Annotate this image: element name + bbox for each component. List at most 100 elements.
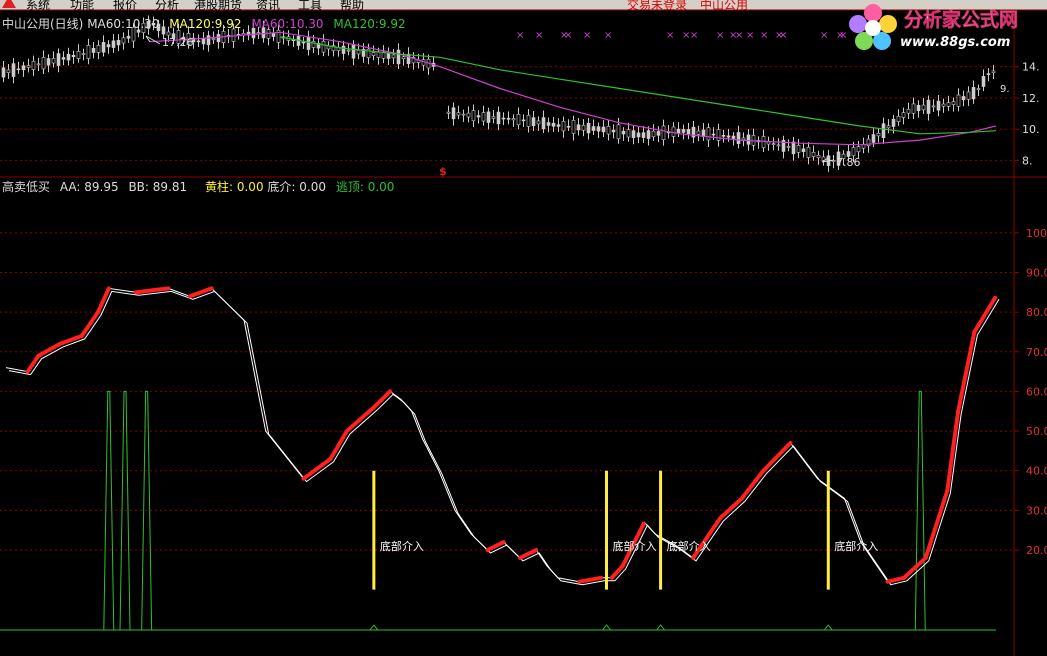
ma120-label: MA120:	[169, 17, 215, 31]
candle-body	[766, 141, 771, 145]
candle-body	[641, 132, 646, 138]
candle-body	[811, 152, 816, 157]
candle-body	[496, 111, 501, 125]
x-marker-icon: ×	[535, 30, 543, 41]
candle-body	[891, 118, 896, 127]
indicator-grid	[0, 232, 1014, 551]
candle-body	[61, 57, 66, 60]
indicator-tick-label: 100	[1026, 227, 1047, 240]
candle-body	[981, 76, 986, 87]
indicator-tick-label: 50.0	[1026, 425, 1047, 438]
ma120-value-2: 9.92	[378, 17, 406, 31]
candle-body	[721, 135, 726, 137]
candle-body	[11, 63, 16, 77]
x-marker-icon: ×	[583, 30, 591, 41]
candle-body	[16, 68, 21, 71]
candle-body	[571, 120, 576, 134]
candle-body	[341, 45, 346, 54]
candle-body	[646, 130, 651, 139]
ma60-label: MA60:	[87, 17, 126, 31]
yellow-value: 0.00	[236, 180, 264, 194]
candle-body	[856, 146, 861, 153]
candle-body	[166, 31, 171, 36]
baseline-tick	[656, 624, 665, 631]
x-marker-icon: ×	[690, 30, 698, 41]
candle-body	[581, 124, 586, 131]
candle-body	[706, 127, 711, 141]
price-header: 中山公用(日线) MA60:10.30 MA120:9.92 MA60:10.3…	[2, 15, 406, 32]
candle-body	[516, 114, 521, 126]
aa-label: AA:	[59, 180, 81, 194]
candle-body	[786, 146, 791, 148]
candle-body	[796, 144, 801, 153]
candle-body	[101, 42, 106, 53]
candle-body	[71, 55, 76, 58]
escape-spike	[103, 390, 115, 631]
x-marker-icon: ×	[604, 30, 612, 41]
aa-rising-segment	[885, 575, 907, 584]
candle-body	[656, 131, 661, 136]
candle-body	[616, 124, 621, 140]
candle-body	[201, 38, 206, 45]
candle-body	[676, 128, 681, 134]
candle-body	[511, 118, 516, 121]
aa-rising-segment	[79, 310, 100, 338]
x-marker-icon: ×	[760, 30, 768, 41]
x-marker-icon: ×	[516, 30, 524, 41]
candle-body	[991, 70, 996, 74]
candle-body	[586, 122, 591, 134]
candle-body	[551, 122, 556, 127]
candle-body	[371, 52, 376, 56]
candle-body	[446, 111, 451, 114]
aa-rising-segment	[95, 286, 111, 315]
aa-rising-segment	[133, 286, 171, 295]
candle-body	[776, 144, 781, 147]
chart-area[interactable]: × × ×× × × × × × × ×× × × ×× × ×× 14. 12. 10. 8. 17.26 7.…	[0, 0, 1047, 656]
yellow-label: 黄柱:	[204, 180, 234, 194]
candle-body	[476, 115, 481, 118]
candle-body	[951, 101, 956, 105]
candle-body	[681, 129, 686, 133]
candle-body	[661, 125, 666, 140]
aa-rising-segment	[761, 440, 793, 473]
trade-x-markers: × × ×× × × × × × × ×× × × ×× × ××	[516, 30, 847, 41]
candle-body	[1, 67, 6, 78]
ma60-label-2: MA60:	[251, 17, 290, 31]
candle-body	[106, 44, 111, 48]
candle-body	[481, 112, 486, 122]
aa-rising-segment	[902, 555, 928, 580]
candle-body	[211, 38, 216, 41]
candle-body	[31, 60, 36, 70]
candle-body	[466, 112, 471, 118]
candle-body	[216, 34, 221, 43]
candle-body	[46, 58, 51, 66]
candle-body	[606, 126, 611, 135]
candle-body	[576, 124, 581, 131]
bottom-value: 0.00	[299, 180, 326, 194]
indicator-tick-label: 40.0	[1026, 465, 1047, 478]
candle-body	[531, 117, 536, 126]
bb-label: BB:	[128, 180, 149, 194]
candle-body	[986, 73, 991, 75]
indicator-tick-label: 60.0	[1026, 385, 1047, 398]
aa-rising-segment	[956, 329, 977, 414]
indicator-tick-label: 30.0	[1026, 504, 1047, 517]
candle-body	[206, 35, 211, 46]
candle-body	[806, 146, 811, 158]
candle-body	[711, 133, 716, 136]
x-marker-icon: ×	[564, 30, 572, 41]
candle-body	[636, 132, 641, 138]
candle-body	[686, 129, 691, 134]
candle-body	[966, 91, 971, 100]
candle-body	[921, 104, 926, 111]
aa-rising-segment	[739, 468, 766, 501]
candle-body	[956, 94, 961, 107]
watermark-url: www.88gs.com	[900, 35, 1011, 50]
candle-body	[116, 39, 121, 46]
aa-rising-segment	[923, 488, 950, 560]
candle-body	[611, 129, 616, 133]
baseline-tick	[602, 624, 611, 631]
candle-body	[66, 54, 71, 61]
candle-body	[941, 103, 946, 107]
baseline-tick	[369, 624, 379, 631]
